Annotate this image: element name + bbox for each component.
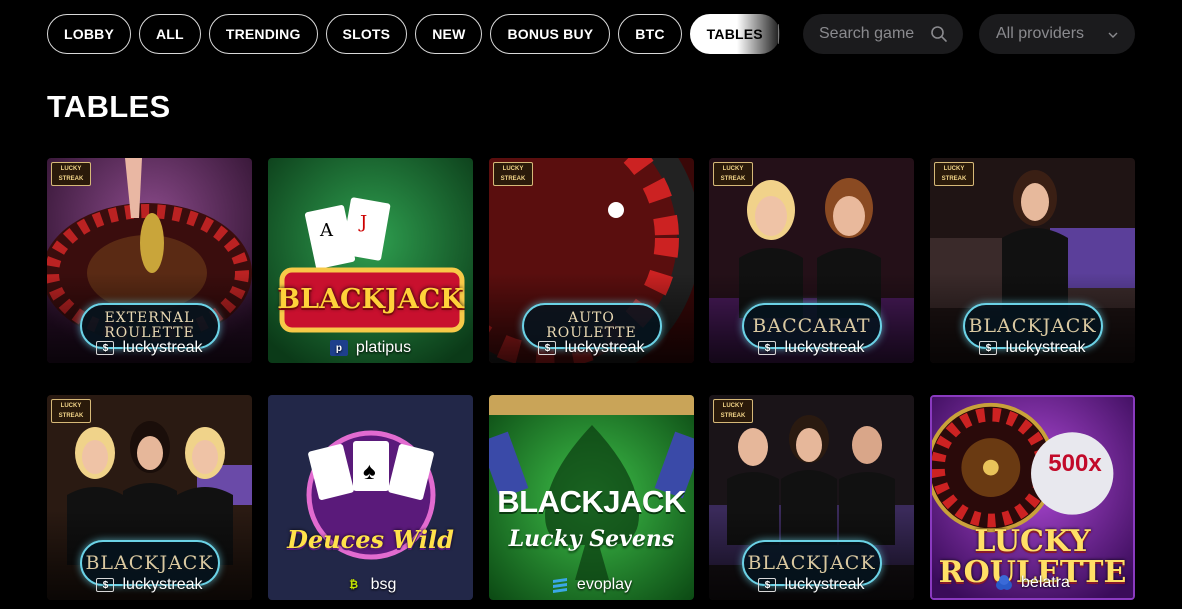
provider-label: p platipus xyxy=(268,339,473,357)
search-icon[interactable] xyxy=(929,24,949,44)
game-card[interactable]: 500x LUCKY ROULETTE belatra xyxy=(930,395,1135,600)
svg-text:♠: ♠ xyxy=(363,458,376,485)
providers-select-value: All providers xyxy=(996,25,1085,42)
luckystreak-icon: $ xyxy=(758,341,777,355)
provider-label: $ luckystreak xyxy=(930,339,1135,357)
provider-label: $ luckystreak xyxy=(709,576,914,594)
chip-bonus-buy[interactable]: BONUS BUY xyxy=(490,14,611,54)
game-card[interactable]: LUCKY STREAK BLACKJACK $ luckystreak xyxy=(47,395,252,600)
game-card[interactable]: LUCKY STREAK BLACKJACK $ luckystreak xyxy=(709,395,914,600)
game-card[interactable]: A J BLACKJACK p platipus xyxy=(268,158,473,363)
top-filter-bar: LOBBY ALL TRENDING SLOTS NEW BONUS BUY BTC TABL… xyxy=(47,14,1135,54)
chips-scroll-fade xyxy=(737,14,797,54)
lucky-streak-badge: LUCKY STREAK xyxy=(493,162,533,186)
platipus-icon: p xyxy=(329,340,348,356)
luckystreak-icon: $ xyxy=(758,578,777,592)
provider-label: ₿ bsg xyxy=(268,576,473,594)
providers-select[interactable]: All providers xyxy=(979,14,1135,54)
luckystreak-icon: $ xyxy=(96,341,115,355)
lucky-streak-badge: LUCKY STREAK xyxy=(713,162,753,186)
lucky-streak-badge: LUCKY STREAK xyxy=(51,399,91,423)
chips-overflow-edge xyxy=(778,24,780,44)
luckystreak-icon: $ xyxy=(538,341,557,355)
provider-label: evoplay xyxy=(489,576,694,594)
game-card[interactable]: LUCKY STREAK AUTO ROULETTE $ luckystreak xyxy=(489,158,694,363)
chevron-down-icon xyxy=(1107,28,1119,40)
provider-label: $ luckystreak xyxy=(47,576,252,594)
chip-lobby[interactable]: LOBBY xyxy=(47,14,131,54)
game-thumbnail: ♠ xyxy=(268,395,473,600)
svg-text:J: J xyxy=(358,212,367,233)
game-logo: BLACKJACK xyxy=(497,484,686,519)
lucky-streak-badge: LUCKY STREAK xyxy=(51,162,91,186)
search-box xyxy=(803,14,963,54)
provider-label: $ luckystreak xyxy=(47,339,252,357)
chip-btc[interactable]: BTC xyxy=(618,14,682,54)
game-thumbnail: A J xyxy=(268,158,473,363)
evoplay-icon xyxy=(551,577,569,593)
bsg-icon: ₿ xyxy=(349,579,359,591)
svg-text:A: A xyxy=(319,220,334,241)
game-logo: Deuces Wild xyxy=(287,525,454,554)
belatra-icon xyxy=(995,575,1013,591)
chip-new[interactable]: NEW xyxy=(415,14,483,54)
game-logo: BLACKJACK xyxy=(277,284,464,315)
multiplier-label: 500x xyxy=(1048,450,1102,477)
category-chips: LOBBY ALL TRENDING SLOTS NEW BONUS BUY BTC TABL… xyxy=(47,14,787,54)
game-subtitle: Lucky Sevens xyxy=(508,526,675,552)
provider-label: belatra xyxy=(932,574,1133,592)
luckystreak-icon: $ xyxy=(96,578,115,592)
luckystreak-icon: $ xyxy=(979,341,998,355)
search-input[interactable] xyxy=(819,25,923,43)
chip-slots[interactable]: SLOTS xyxy=(325,14,408,54)
game-card[interactable]: LUCKY STREAK EXTERNAL ROULETTE $ luckyst… xyxy=(47,158,252,363)
provider-label: $ luckystreak xyxy=(489,339,694,357)
game-card[interactable]: BLACKJACK Lucky Sevens evoplay xyxy=(489,395,694,600)
chip-all[interactable]: ALL xyxy=(139,14,201,54)
provider-label: $ luckystreak xyxy=(709,339,914,357)
chip-trending[interactable]: TRENDING xyxy=(208,14,318,54)
game-card[interactable]: ♠ Deuces Wild ₿ bsg xyxy=(268,395,473,600)
lucky-streak-badge: LUCKY STREAK xyxy=(934,162,974,186)
game-card[interactable]: LUCKY STREAK BACCARAT $ luckystreak xyxy=(709,158,914,363)
game-card[interactable]: LUCKY STREAK BLACKJACK $ luckystreak xyxy=(930,158,1135,363)
section-title: TABLES xyxy=(47,89,171,124)
lucky-streak-badge: LUCKY STREAK xyxy=(713,399,753,423)
